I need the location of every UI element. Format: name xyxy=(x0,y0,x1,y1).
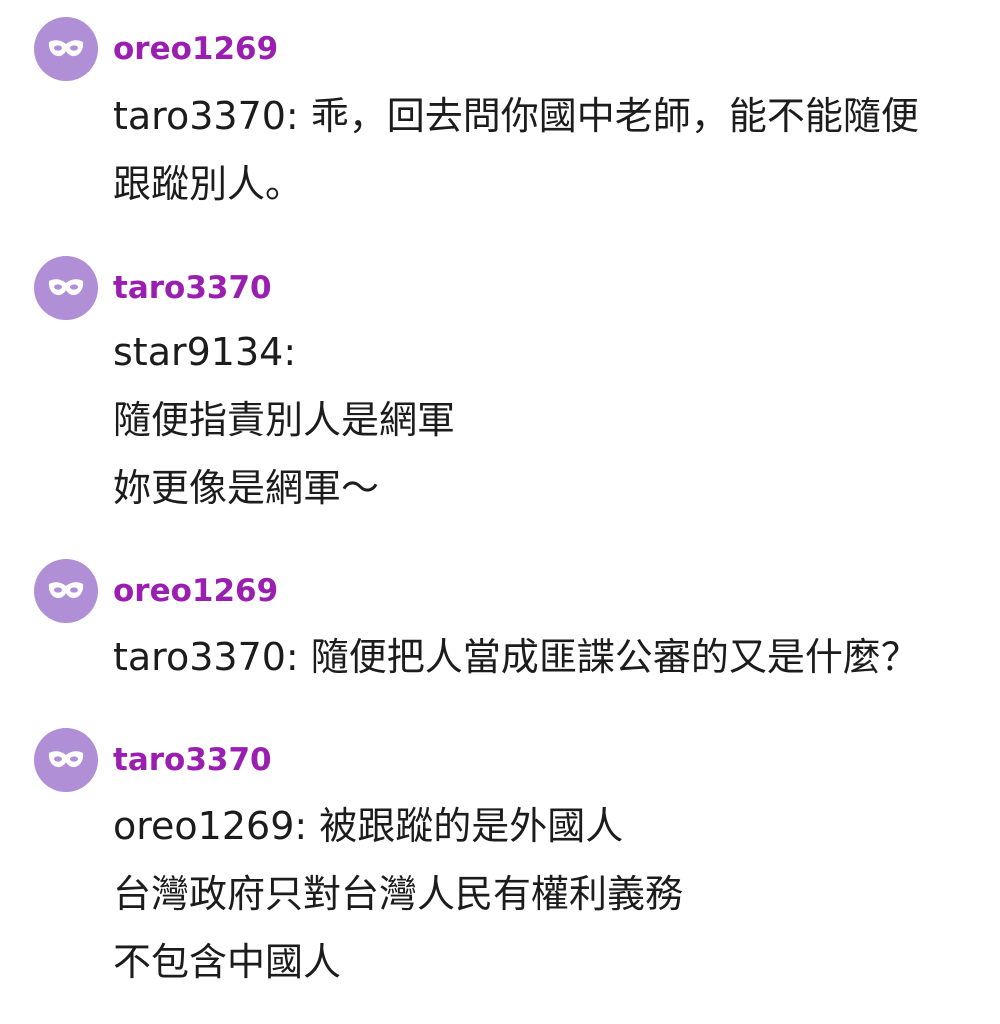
comment-body: star9134: 隨便指責別人是網軍 妳更像是網軍～ xyxy=(113,318,976,522)
comment-body: taro3370: 隨便把人當成匪諜公審的又是什麼？ xyxy=(113,623,976,691)
avatar[interactable] xyxy=(34,256,98,320)
username[interactable]: taro3370 xyxy=(113,740,272,780)
username[interactable]: oreo1269 xyxy=(113,571,278,611)
mask-icon xyxy=(48,40,84,57)
comment-line: taro3370: 乖，回去問你國中老師，能不能隨便 xyxy=(113,94,919,138)
comment-line: 台灣政府只對台灣人民有權利義務 xyxy=(113,872,684,916)
comment-line: star9134: xyxy=(113,330,297,374)
username[interactable]: taro3370 xyxy=(113,268,272,308)
comment-line: taro3370: 隨便把人當成匪諜公審的又是什麼？ xyxy=(113,635,919,679)
comment-body: oreo1269: 被跟蹤的是外國人 台灣政府只對台灣人民有權利義務 不包含中國… xyxy=(113,792,976,996)
avatar[interactable] xyxy=(34,728,98,792)
username[interactable]: oreo1269 xyxy=(113,29,278,69)
comment-line: oreo1269: 被跟蹤的是外國人 xyxy=(113,804,624,848)
mask-icon xyxy=(48,582,84,599)
comment-line: 不包含中國人 xyxy=(113,940,342,984)
comment-body: taro3370: 乖，回去問你國中老師，能不能隨便 跟蹤別人。 xyxy=(113,82,976,218)
comment-line: 隨便指責別人是網軍 xyxy=(113,398,456,442)
avatar[interactable] xyxy=(34,559,98,623)
comment-line: 妳更像是網軍～ xyxy=(113,466,380,510)
avatar[interactable] xyxy=(34,17,98,81)
comment-line: 跟蹤別人。 xyxy=(113,162,304,206)
mask-icon xyxy=(48,279,84,296)
mask-icon xyxy=(48,751,84,768)
